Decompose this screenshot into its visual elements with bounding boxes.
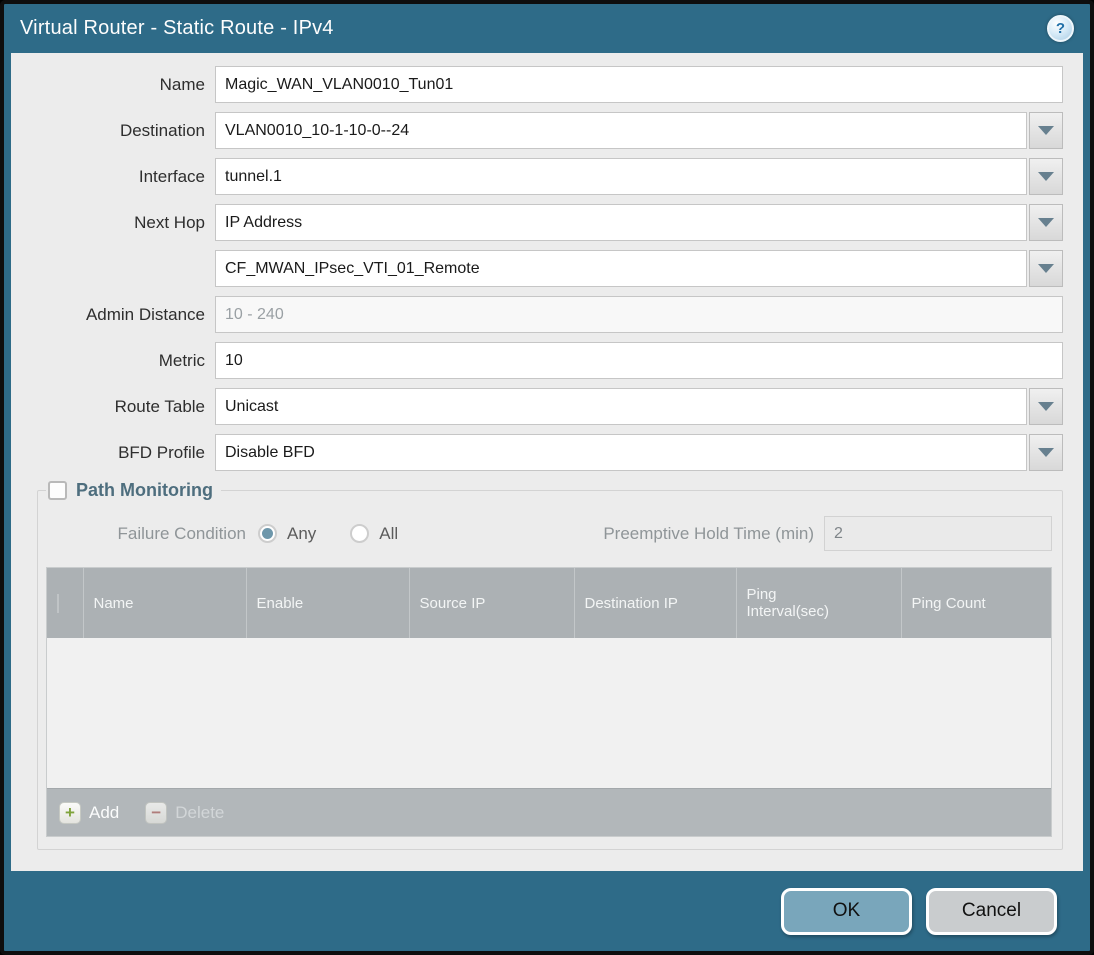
- dialog-title: Virtual Router - Static Route - IPv4: [20, 17, 334, 39]
- column-header-name: Name: [83, 568, 247, 638]
- failure-condition-any-label: Any: [287, 523, 317, 543]
- bfd-profile-dropdown-button[interactable]: [1029, 434, 1063, 471]
- table-empty-body: [47, 638, 1051, 788]
- column-header-enable: Enable: [246, 568, 410, 638]
- table-header-row: Name Enable Source IP Destination IP Pin…: [47, 568, 1051, 638]
- path-monitoring-legend: Path Monitoring: [46, 480, 221, 501]
- cancel-button[interactable]: Cancel: [926, 887, 1057, 935]
- chevron-down-icon: [1038, 264, 1054, 273]
- preemptive-hold-time-label: Preemptive Hold Time (min): [603, 523, 814, 543]
- preemptive-hold-time-group: Preemptive Hold Time (min): [603, 516, 1052, 551]
- select-all-checkbox[interactable]: [57, 593, 59, 613]
- path-monitoring-section: Path Monitoring Failure Condition Any Al…: [37, 480, 1063, 850]
- metric-input[interactable]: [215, 342, 1063, 379]
- form-row-next-hop-address: [27, 250, 1063, 287]
- dialog-content: Name Destination Interface: [11, 53, 1083, 871]
- next-hop-address-dropdown-button[interactable]: [1029, 250, 1063, 287]
- chevron-down-icon: [1038, 172, 1054, 181]
- interface-input[interactable]: [215, 158, 1027, 195]
- failure-condition-row: Failure Condition Any All Preemptive Hol…: [46, 515, 1052, 552]
- chevron-down-icon: [1038, 218, 1054, 227]
- dialog-titlebar: Virtual Router - Static Route - IPv4 ?: [4, 4, 1090, 53]
- form-row-metric: Metric: [27, 342, 1063, 379]
- add-button[interactable]: + Add: [59, 801, 120, 824]
- column-header-ping-interval: Ping Interval(sec): [736, 568, 902, 638]
- preemptive-hold-time-input[interactable]: [824, 516, 1052, 551]
- delete-button-label: Delete: [175, 802, 225, 822]
- minus-icon: −: [145, 801, 168, 824]
- next-hop-type-input[interactable]: [215, 204, 1027, 241]
- bfd-profile-label: BFD Profile: [118, 442, 205, 462]
- failure-condition-all-label: All: [379, 523, 399, 543]
- form-row-bfd-profile: BFD Profile: [27, 434, 1063, 471]
- form-row-interface: Interface: [27, 158, 1063, 195]
- failure-condition-label: Failure Condition: [117, 523, 246, 543]
- column-header-ping-count: Ping Count: [901, 568, 1051, 638]
- chevron-down-icon: [1038, 402, 1054, 411]
- name-label: Name: [159, 74, 205, 94]
- chevron-down-icon: [1038, 448, 1054, 457]
- destination-dropdown-button[interactable]: [1029, 112, 1063, 149]
- route-table-label: Route Table: [114, 396, 205, 416]
- static-route-dialog: Virtual Router - Static Route - IPv4 ? N…: [0, 0, 1094, 955]
- route-table-dropdown-button[interactable]: [1029, 388, 1063, 425]
- route-table-input[interactable]: [215, 388, 1027, 425]
- delete-button[interactable]: − Delete: [145, 801, 225, 824]
- table-header-select-all: [47, 568, 84, 638]
- path-monitoring-table: Name Enable Source IP Destination IP Pin…: [46, 567, 1052, 837]
- path-monitoring-checkbox[interactable]: [48, 481, 67, 500]
- dialog-footer: OK Cancel: [4, 871, 1090, 951]
- bfd-profile-input[interactable]: [215, 434, 1027, 471]
- form-row-next-hop: Next Hop: [27, 204, 1063, 241]
- chevron-down-icon: [1038, 126, 1054, 135]
- admin-distance-input[interactable]: [215, 296, 1063, 333]
- help-icon[interactable]: ?: [1047, 15, 1074, 42]
- failure-condition-all-radio[interactable]: [350, 524, 370, 543]
- form-row-route-table: Route Table: [27, 388, 1063, 425]
- admin-distance-label: Admin Distance: [85, 304, 205, 324]
- form-row-admin-distance: Admin Distance: [27, 296, 1063, 333]
- interface-dropdown-button[interactable]: [1029, 158, 1063, 195]
- form-row-destination: Destination: [27, 112, 1063, 149]
- column-header-destination-ip: Destination IP: [574, 568, 737, 638]
- failure-condition-any-radio[interactable]: [258, 524, 277, 543]
- interface-label: Interface: [138, 166, 205, 186]
- name-input[interactable]: [215, 66, 1063, 103]
- table-toolbar: + Add − Delete: [47, 788, 1051, 836]
- next-hop-address-input[interactable]: [215, 250, 1027, 287]
- destination-label: Destination: [119, 120, 205, 140]
- plus-icon: +: [59, 801, 81, 824]
- form-row-name: Name: [27, 66, 1063, 103]
- column-header-source-ip: Source IP: [409, 568, 575, 638]
- add-button-label: Add: [89, 802, 120, 822]
- path-monitoring-title: Path Monitoring: [76, 480, 213, 500]
- destination-input[interactable]: [215, 112, 1027, 149]
- ok-button[interactable]: OK: [781, 887, 912, 935]
- metric-label: Metric: [158, 350, 205, 370]
- next-hop-label: Next Hop: [134, 212, 205, 232]
- next-hop-dropdown-button[interactable]: [1029, 204, 1063, 241]
